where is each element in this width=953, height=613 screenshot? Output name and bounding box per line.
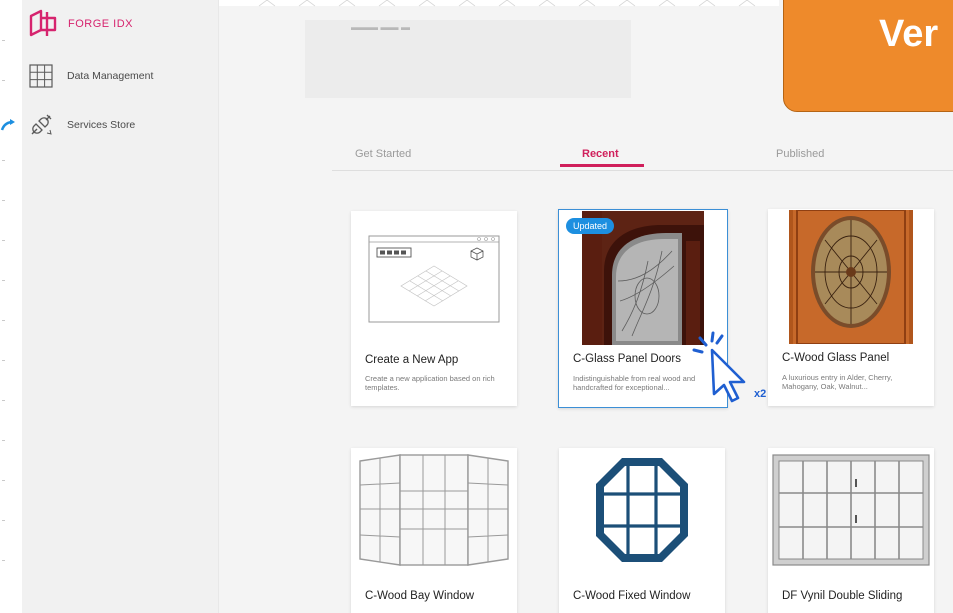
app-template-illustration — [368, 235, 500, 323]
page: FORGE IDX Data Management Services Store — [0, 0, 953, 613]
card-description: A luxurious entry in Alder, Cherry, Maho… — [782, 373, 893, 391]
tab-active-indicator — [560, 164, 644, 167]
card-thumbnail — [768, 209, 934, 345]
card-thumbnail — [559, 448, 725, 572]
sidebar-item-data-management[interactable]: Data Management — [28, 63, 153, 89]
card-title: Create a New App — [365, 354, 459, 366]
wood-glass-door-image — [789, 210, 913, 344]
brand-label: FORGE IDX — [68, 18, 134, 30]
card-thumbnail — [768, 448, 934, 572]
card-title: DF Vynil Double Sliding — [782, 590, 903, 602]
card-thumbnail: Updated — [559, 210, 727, 346]
pointer-arrow-icon — [0, 119, 15, 131]
version-banner-text: Ver — [879, 13, 939, 55]
updated-badge: Updated — [566, 218, 615, 234]
brand[interactable]: FORGE IDX — [27, 8, 133, 40]
card-thumbnail — [351, 448, 517, 572]
version-banner: Ver — [783, 0, 953, 112]
tab-published[interactable]: Published — [776, 148, 824, 160]
card-c-wood-bay-window[interactable]: C-Wood Bay Window — [351, 448, 517, 613]
card-title: C-Wood Fixed Window — [573, 590, 691, 602]
card-create-new-app[interactable]: Create a New App Create a new applicatio… — [351, 211, 517, 406]
bay-window-image — [359, 454, 509, 566]
decorative-pattern — [219, 0, 779, 7]
tab-get-started[interactable]: Get Started — [355, 148, 411, 160]
sidebar-item-label: Data Management — [67, 70, 154, 82]
card-title: C-Wood Glass Panel — [782, 352, 890, 364]
grid-icon — [29, 64, 53, 88]
forge-logo-icon — [29, 9, 57, 37]
card-thumbnail — [351, 211, 517, 349]
plug-icon — [31, 114, 52, 135]
card-description: Create a new application based on rich t… — [365, 374, 495, 392]
card-c-wood-fixed-window[interactable]: C-Wood Fixed Window — [559, 448, 725, 613]
welcome-panel: ▬▬▬ ▬▬ ▬ — [305, 20, 631, 98]
left-edge — [0, 0, 22, 613]
sidebar-item-label: Services Store — [67, 119, 136, 131]
card-title: C-Glass Panel Doors — [573, 353, 682, 365]
card-title: C-Wood Bay Window — [365, 590, 475, 602]
sidebar: FORGE IDX Data Management Services Store — [22, 0, 219, 613]
octagon-window-image — [596, 458, 688, 562]
sidebar-item-services-store[interactable]: Services Store — [28, 112, 135, 138]
tab-recent[interactable]: Recent — [582, 148, 619, 160]
sliding-window-image — [772, 454, 930, 566]
click-count-label: x2 — [754, 388, 767, 400]
card-c-wood-glass-panel[interactable]: C-Wood Glass Panel A luxurious entry in … — [768, 209, 934, 406]
card-df-vynil-double-sliding[interactable]: DF Vynil Double Sliding — [768, 448, 934, 613]
tabs-divider — [332, 170, 953, 171]
welcome-faint-text: ▬▬▬ ▬▬ ▬ — [351, 22, 411, 32]
